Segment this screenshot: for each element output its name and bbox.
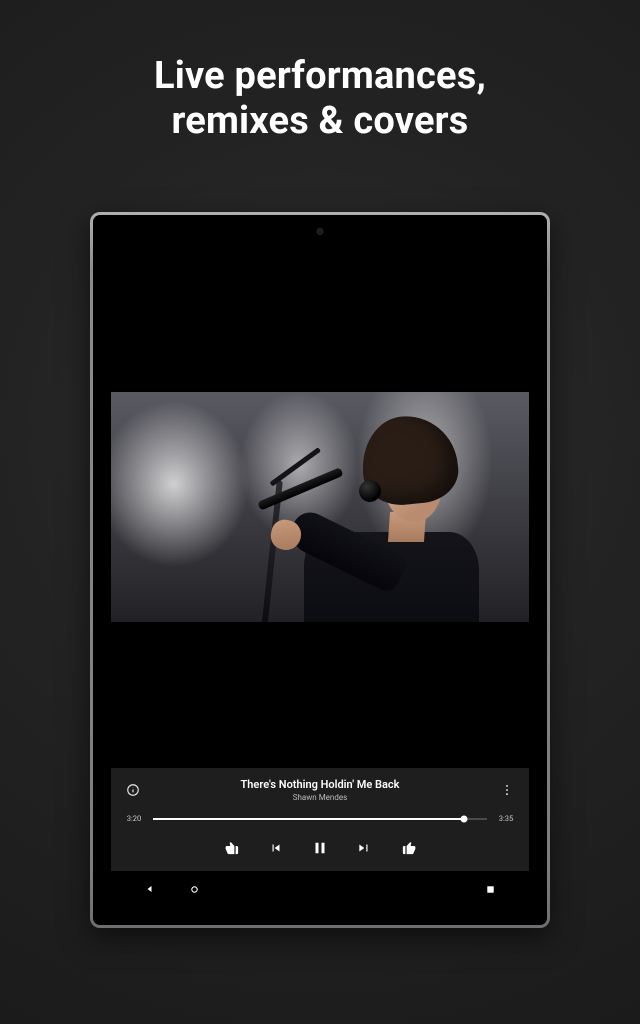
front-camera <box>317 228 324 235</box>
performer-silhouette <box>299 412 499 622</box>
promo-page: Live performances, remixes & covers <box>0 0 640 1024</box>
tablet-device-frame: There's Nothing Holdin' Me Back Shawn Me… <box>90 212 550 928</box>
tablet-bezel: There's Nothing Holdin' Me Back Shawn Me… <box>93 215 547 925</box>
player-panel: There's Nothing Holdin' Me Back Shawn Me… <box>111 768 529 871</box>
pause-button[interactable] <box>309 837 331 859</box>
song-title: There's Nothing Holdin' Me Back <box>151 778 489 791</box>
player-controls <box>123 837 517 859</box>
previous-button[interactable] <box>265 837 287 859</box>
android-navbar <box>111 871 529 907</box>
track-titles: There's Nothing Holdin' Me Back Shawn Me… <box>151 778 489 802</box>
more-vert-icon[interactable] <box>497 780 517 800</box>
info-icon[interactable] <box>123 780 143 800</box>
next-button[interactable] <box>353 837 375 859</box>
progress-track[interactable] <box>153 818 487 820</box>
tablet-screen: There's Nothing Holdin' Me Back Shawn Me… <box>111 245 529 907</box>
progress-row: 3:20 3:35 <box>123 814 517 823</box>
player-info-row: There's Nothing Holdin' Me Back Shawn Me… <box>123 778 517 802</box>
total-time: 3:35 <box>495 814 517 823</box>
elapsed-time: 3:20 <box>123 814 145 823</box>
headline: Live performances, remixes & covers <box>0 54 640 144</box>
nav-back-icon[interactable] <box>141 880 159 898</box>
dislike-button[interactable] <box>221 837 243 859</box>
nav-home-icon[interactable] <box>185 880 203 898</box>
like-button[interactable] <box>397 837 419 859</box>
progress-knob[interactable] <box>460 815 467 822</box>
artist-name: Shawn Mendes <box>151 793 489 802</box>
nav-recent-icon[interactable] <box>481 880 499 898</box>
video-area[interactable] <box>111 245 529 768</box>
video-frame <box>111 392 529 622</box>
progress-played <box>153 818 464 820</box>
